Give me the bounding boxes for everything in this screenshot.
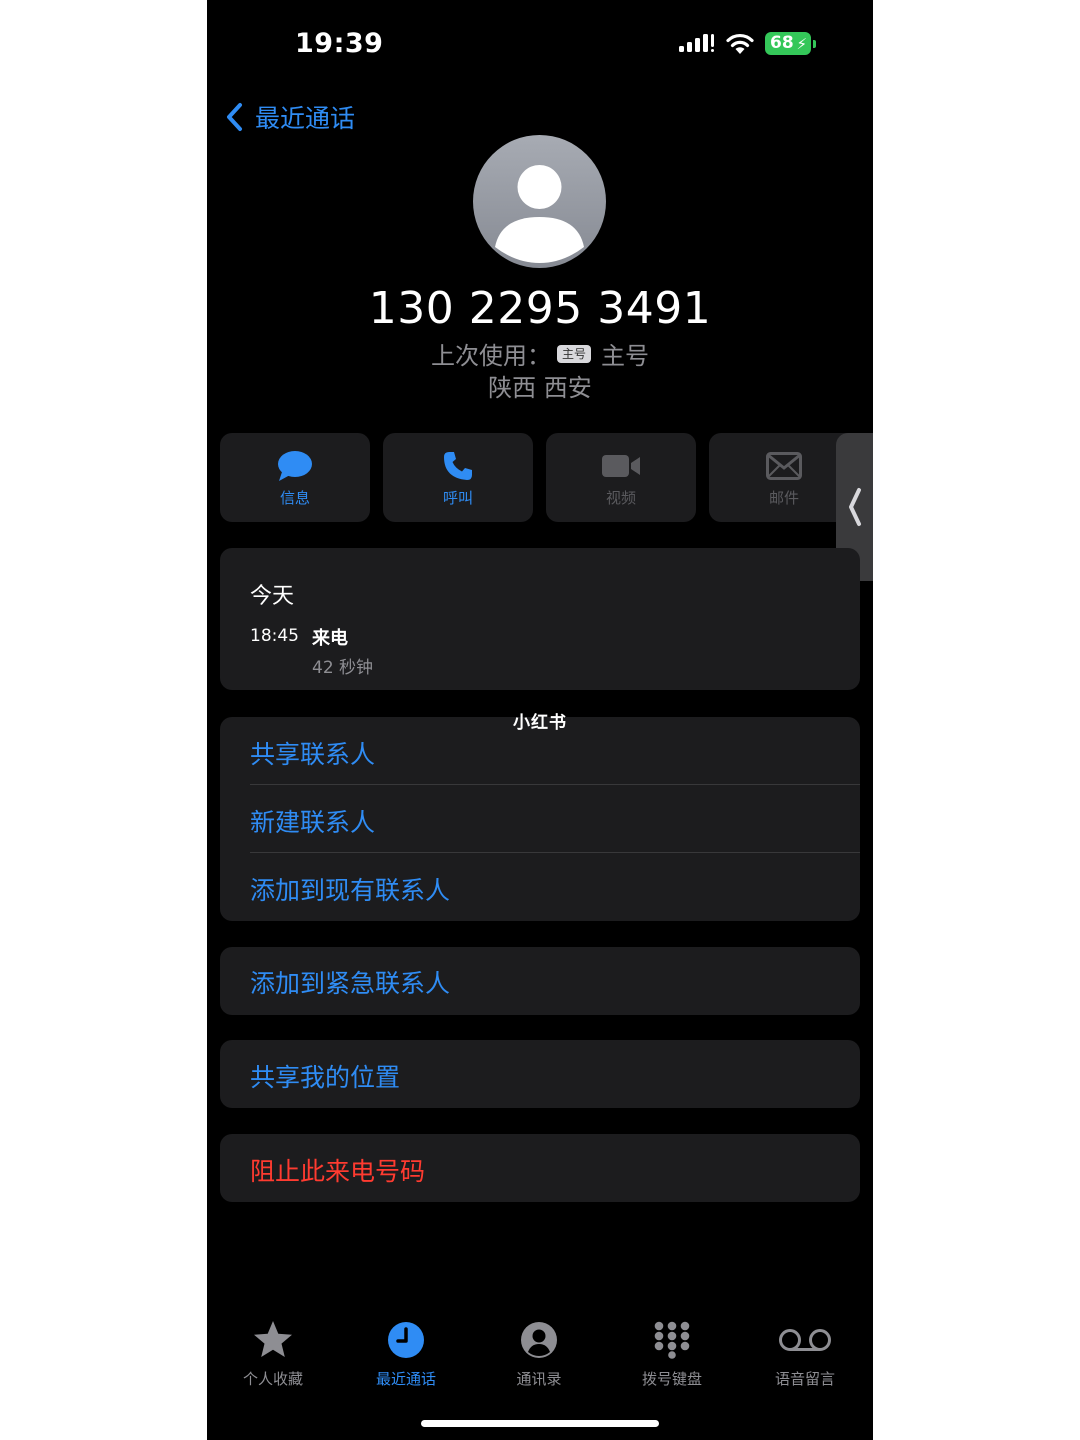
share-location-button[interactable]: 共享我的位置 xyxy=(250,1058,400,1094)
tab-label: 最近通话 xyxy=(375,1370,436,1388)
clock-icon xyxy=(388,1322,424,1358)
video-button[interactable]: 视频 xyxy=(546,433,696,522)
contact-options-card: 共享联系人 新建联系人 添加到现有联系人 xyxy=(220,717,860,921)
phone-location: 陕西 西安 xyxy=(488,374,592,402)
divider xyxy=(250,784,860,785)
voicemail-icon xyxy=(779,1329,831,1351)
chevron-left-icon xyxy=(848,488,861,526)
call-history-card: 今天 18:45 来电 42 秒钟 xyxy=(220,548,860,690)
person-circle-icon xyxy=(521,1322,557,1358)
add-to-existing-contact-button[interactable]: 添加到现有联系人 xyxy=(250,871,450,907)
call-date: 今天 xyxy=(250,584,295,609)
call-button[interactable]: 呼叫 xyxy=(383,433,533,522)
divider xyxy=(250,852,860,853)
keypad-icon xyxy=(654,1321,690,1359)
back-label: 最近通话 xyxy=(255,104,356,133)
phone-icon xyxy=(444,452,472,480)
call-time: 18:45 xyxy=(250,626,299,646)
back-button[interactable]: 最近通话 xyxy=(225,98,355,136)
phone-screen: 19:39 68 ⚡ 最近通话 130 2295 3491 上次使用： 主号 主 xyxy=(207,0,873,1440)
message-button-label: 信息 xyxy=(279,489,310,507)
last-used-label: 上次使用： xyxy=(430,342,551,370)
sim-badge: 主号 xyxy=(556,344,591,363)
block-caller-card: 阻止此来电号码 xyxy=(220,1134,860,1202)
tab-voicemail[interactable]: 语音留言 xyxy=(750,1318,860,1389)
status-time: 19:39 xyxy=(295,28,384,59)
home-indicator[interactable] xyxy=(421,1420,659,1427)
tab-label: 通讯录 xyxy=(516,1370,562,1388)
video-button-label: 视频 xyxy=(605,489,636,507)
tab-contacts[interactable]: 通讯录 xyxy=(484,1318,594,1389)
new-contact-button[interactable]: 新建联系人 xyxy=(250,803,375,839)
add-emergency-contact-button[interactable]: 添加到紧急联系人 xyxy=(250,964,450,1000)
emergency-card: 添加到紧急联系人 xyxy=(220,947,860,1015)
block-caller-button[interactable]: 阻止此来电号码 xyxy=(250,1152,425,1188)
last-used-line: 上次使用： 主号 主号 xyxy=(207,336,873,371)
tab-label: 个人收藏 xyxy=(242,1370,303,1388)
watermark: 小红书 xyxy=(513,713,567,733)
battery-indicator: 68 ⚡ xyxy=(765,32,811,55)
call-type: 来电 xyxy=(312,628,348,649)
tab-keypad[interactable]: 拨号键盘 xyxy=(617,1318,727,1389)
sim-name: 主号 xyxy=(601,342,649,370)
chevron-left-icon xyxy=(227,103,242,131)
call-button-label: 呼叫 xyxy=(442,489,473,507)
wifi-icon xyxy=(726,33,754,54)
cellular-signal-icon xyxy=(679,34,714,52)
share-location-card: 共享我的位置 xyxy=(220,1040,860,1108)
phone-number: 130 2295 3491 xyxy=(368,283,712,334)
tab-label: 拨号键盘 xyxy=(641,1370,702,1388)
tab-recents[interactable]: 最近通话 xyxy=(351,1318,461,1389)
charging-bolt-icon: ⚡ xyxy=(796,35,807,53)
avatar xyxy=(473,135,606,268)
call-duration: 42 秒钟 xyxy=(312,658,374,678)
battery-cap xyxy=(813,40,816,48)
tab-label: 语音留言 xyxy=(774,1370,835,1388)
person-silhouette-icon xyxy=(495,165,584,263)
share-contact-button[interactable]: 共享联系人 xyxy=(250,735,375,771)
message-bubble-icon xyxy=(278,451,312,481)
message-button[interactable]: 信息 xyxy=(220,433,370,522)
mail-button-label: 邮件 xyxy=(768,489,799,507)
envelope-icon xyxy=(766,452,802,480)
battery-level: 68 xyxy=(770,33,794,53)
video-camera-icon xyxy=(602,455,640,477)
tab-favorites[interactable]: 个人收藏 xyxy=(218,1318,328,1389)
star-icon xyxy=(254,1321,292,1357)
